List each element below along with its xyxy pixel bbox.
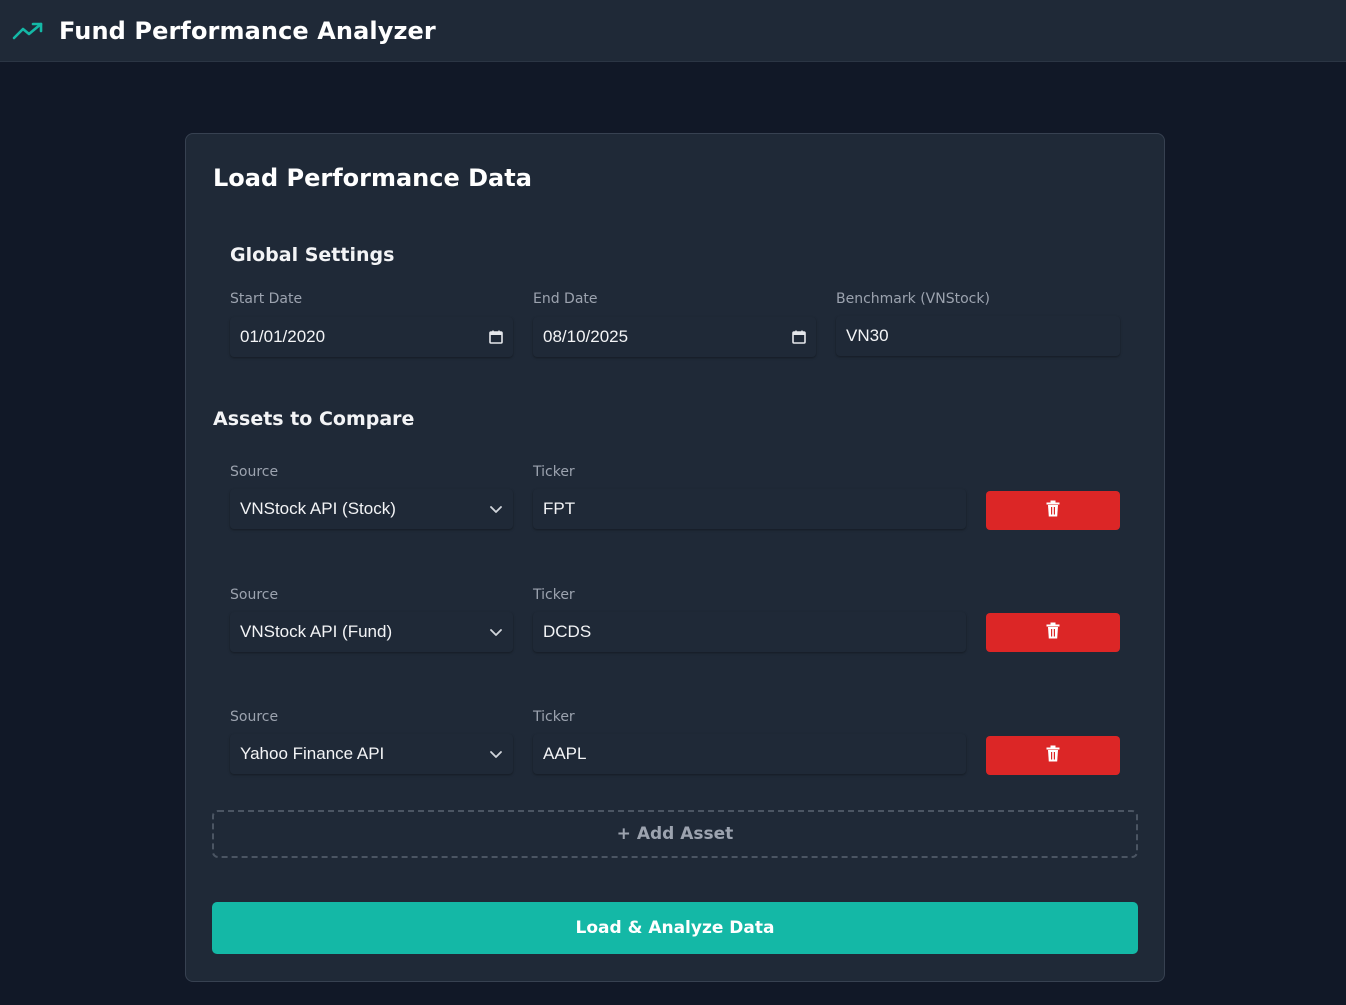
app-title: Fund Performance Analyzer: [59, 16, 436, 45]
chevron-down-icon: [479, 612, 513, 652]
delete-asset-button[interactable]: [986, 736, 1120, 775]
trash-icon: [1046, 500, 1060, 521]
start-date-value: 01/01/2020: [240, 327, 326, 346]
ticker-value: FPT: [543, 499, 576, 518]
end-date-input[interactable]: 08/10/2025: [533, 317, 816, 357]
start-date-label: Start Date: [230, 291, 303, 307]
load-data-card: Load Performance Data Global Settings St…: [185, 133, 1165, 982]
chevron-down-icon: [479, 734, 513, 774]
source-select[interactable]: Yahoo Finance API: [230, 734, 513, 774]
ticker-input[interactable]: FPT: [533, 489, 966, 529]
source-value: VNStock API (Fund): [240, 622, 393, 641]
end-date-label: End Date: [533, 291, 598, 307]
ticker-label: Ticker: [533, 464, 575, 480]
load-analyze-button[interactable]: Load & Analyze Data: [212, 902, 1138, 954]
top-bar: Fund Performance Analyzer: [0, 0, 1346, 62]
source-label: Source: [230, 464, 279, 480]
trending-up-icon: [12, 20, 44, 42]
source-value: Yahoo Finance API: [240, 744, 385, 763]
calendar-icon[interactable]: [782, 317, 816, 357]
card-title: Load Performance Data: [213, 164, 532, 192]
delete-asset-button[interactable]: [986, 491, 1120, 530]
benchmark-input[interactable]: VN30: [836, 316, 1120, 356]
start-date-input[interactable]: 01/01/2020: [230, 317, 513, 357]
ticker-input[interactable]: AAPL: [533, 734, 966, 774]
ticker-value: DCDS: [543, 622, 592, 641]
trash-icon: [1046, 745, 1060, 766]
source-label: Source: [230, 709, 279, 725]
add-asset-button[interactable]: + Add Asset: [212, 810, 1138, 858]
source-label: Source: [230, 587, 279, 603]
trash-icon: [1046, 622, 1060, 643]
delete-asset-button[interactable]: [986, 613, 1120, 652]
global-settings-title: Global Settings: [230, 244, 395, 266]
calendar-icon[interactable]: [479, 317, 513, 357]
source-select[interactable]: VNStock API (Stock): [230, 489, 513, 529]
end-date-value: 08/10/2025: [543, 327, 629, 346]
benchmark-value: VN30: [846, 326, 889, 345]
ticker-label: Ticker: [533, 709, 575, 725]
source-select[interactable]: VNStock API (Fund): [230, 612, 513, 652]
benchmark-label: Benchmark (VNStock): [836, 291, 990, 307]
chevron-down-icon: [479, 489, 513, 529]
ticker-value: AAPL: [543, 744, 587, 763]
source-value: VNStock API (Stock): [240, 499, 396, 518]
ticker-label: Ticker: [533, 587, 575, 603]
ticker-input[interactable]: DCDS: [533, 612, 966, 652]
assets-title: Assets to Compare: [213, 408, 415, 430]
